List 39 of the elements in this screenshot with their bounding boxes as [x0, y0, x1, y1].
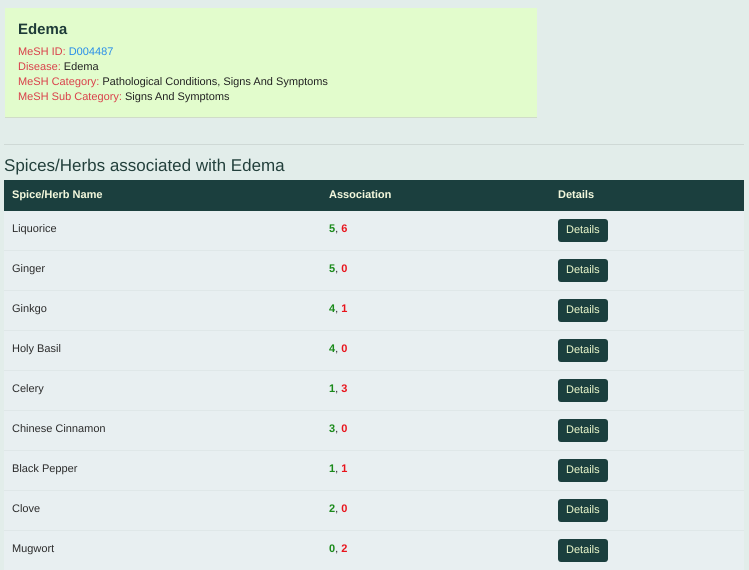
details-button[interactable]: Details [558, 459, 608, 482]
association-score: 4, 0 [329, 343, 348, 355]
disease-title: Edema [18, 21, 68, 39]
field-label: MeSH Sub Category: [18, 90, 122, 105]
association-score: 4, 1 [329, 303, 348, 315]
field-label: Disease: [18, 60, 61, 75]
association-score: 5, 6 [329, 223, 348, 235]
table-cell-text: Mugwort [11, 542, 56, 557]
details-button[interactable]: Details [558, 539, 608, 562]
section-title: Spices/Herbs associated with Edema [4, 155, 286, 177]
association-score: 1, 3 [329, 383, 348, 395]
table-cell-text: Holy Basil [11, 342, 62, 357]
details-button[interactable]: Details [558, 259, 608, 282]
table-cell-text: Chinese Cinnamon [11, 422, 107, 437]
table-cell-text: Black Pepper [11, 462, 78, 477]
association-score: 1, 1 [329, 463, 348, 475]
field-label: MeSH ID: [18, 45, 66, 60]
field-value: Pathological Conditions, Signs And Symptoms [102, 75, 328, 90]
details-button[interactable]: Details [558, 219, 608, 242]
details-button[interactable]: Details [558, 499, 608, 522]
details-button[interactable]: Details [558, 379, 608, 402]
table-cell-text: Ginger [11, 262, 46, 277]
column-header: Association [328, 188, 392, 204]
column-header: Spice/Herb Name [11, 188, 104, 204]
field-value: Edema [64, 60, 99, 75]
details-button[interactable]: Details [558, 419, 608, 442]
association-score: 2, 0 [329, 503, 348, 515]
field-label: MeSH Category: [18, 75, 100, 90]
table-cell-text: Ginkgo [11, 302, 48, 317]
association-score: 5, 0 [329, 263, 348, 275]
association-score: 3, 0 [329, 423, 348, 435]
column-header: Details [557, 188, 594, 204]
details-button[interactable]: Details [558, 339, 608, 362]
table-cell-text: Liquorice [11, 222, 58, 237]
table-cell-text: Clove [11, 502, 42, 517]
association-score: 0, 2 [329, 543, 348, 555]
field-value: Signs And Symptoms [124, 90, 230, 105]
table-cell-text: Celery [11, 382, 45, 397]
details-button[interactable]: Details [558, 299, 608, 322]
